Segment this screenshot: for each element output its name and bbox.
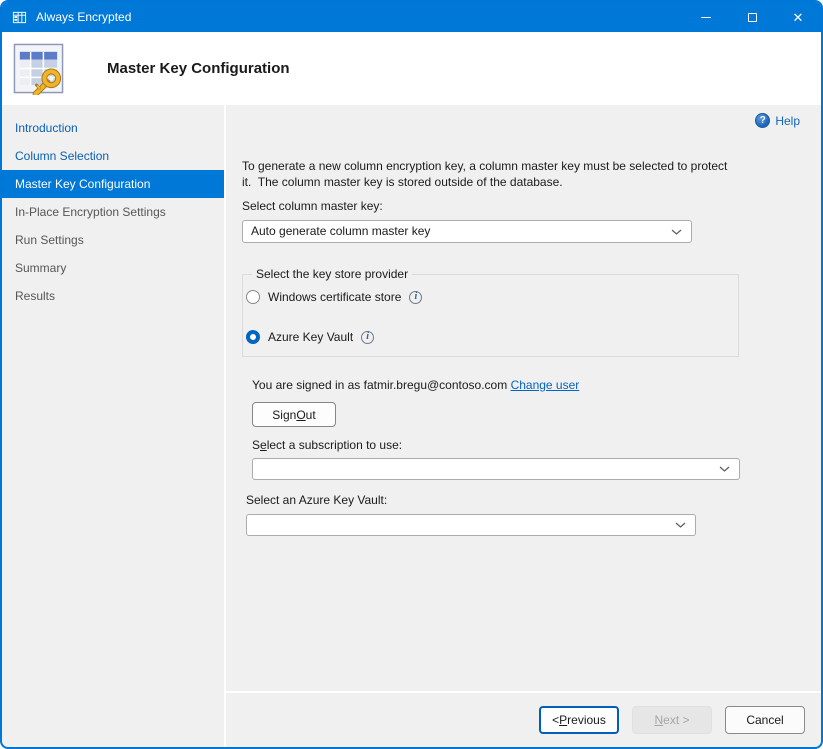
- help-icon: ?: [755, 113, 770, 128]
- wizard-header: Master Key Configuration: [2, 32, 821, 105]
- subscription-select[interactable]: [252, 458, 740, 480]
- sidebar-item-run-settings[interactable]: Run Settings: [2, 226, 224, 254]
- maximize-icon: [748, 13, 757, 22]
- subscription-label: Select a subscription to use:: [252, 438, 801, 452]
- chevron-down-icon: [675, 522, 686, 528]
- windows-cert-store-option[interactable]: Windows certificate store i: [246, 290, 422, 304]
- change-user-link[interactable]: Change user: [511, 378, 580, 392]
- intro-text: To generate a new column encryption key,…: [242, 159, 772, 190]
- help-label: Help: [775, 114, 800, 128]
- sidebar-item-master-key-configuration[interactable]: Master Key Configuration: [2, 170, 224, 198]
- info-icon[interactable]: i: [409, 291, 422, 304]
- master-key-label: Select column master key:: [242, 199, 801, 213]
- wizard-nav: IntroductionColumn SelectionMaster Key C…: [2, 105, 226, 747]
- page-title: Master Key Configuration: [107, 60, 290, 77]
- maximize-button[interactable]: [729, 2, 775, 32]
- keystore-groupbox: Select the key store provider Windows ce…: [242, 274, 739, 357]
- master-key-select[interactable]: Auto generate column master key: [242, 220, 692, 243]
- windows-cert-store-label: Windows certificate store: [268, 290, 401, 304]
- master-key-value: Auto generate column master key: [251, 224, 430, 238]
- sidebar-item-in-place-encryption-settings[interactable]: In-Place Encryption Settings: [2, 198, 224, 226]
- window-title: Always Encrypted: [36, 10, 131, 24]
- previous-button[interactable]: < Previous: [539, 706, 619, 734]
- chevron-down-icon: [719, 466, 730, 472]
- azure-key-vault-option[interactable]: Azure Key Vault i: [246, 330, 374, 344]
- help-link[interactable]: ? Help: [755, 113, 800, 128]
- next-button: Next >: [632, 706, 712, 734]
- azure-key-vault-label: Azure Key Vault: [268, 330, 353, 344]
- info-icon[interactable]: i: [361, 331, 374, 344]
- app-icon: [12, 10, 27, 25]
- signed-in-text: You are signed in as fatmir.bregu@contos…: [252, 378, 507, 392]
- titlebar: Always Encrypted ✕: [2, 2, 821, 32]
- azure-key-vault-radio[interactable]: [246, 330, 260, 344]
- keystore-group-title: Select the key store provider: [252, 267, 412, 281]
- close-icon: ✕: [793, 11, 804, 24]
- window-controls: ✕: [683, 2, 821, 32]
- minimize-icon: [701, 17, 711, 18]
- sign-out-button[interactable]: Sign Out: [252, 402, 336, 427]
- always-encrypted-dialog: Always Encrypted ✕: [0, 0, 823, 749]
- chevron-down-icon: [671, 229, 682, 235]
- vault-select[interactable]: [246, 514, 696, 536]
- minimize-button[interactable]: [683, 2, 729, 32]
- sidebar-item-introduction[interactable]: Introduction: [2, 114, 224, 142]
- vault-label: Select an Azure Key Vault:: [246, 493, 801, 507]
- windows-cert-store-radio[interactable]: [246, 290, 260, 304]
- sidebar-item-results[interactable]: Results: [2, 282, 224, 310]
- footer: < Previous Next > Cancel: [226, 691, 821, 747]
- signed-in-row: You are signed in as fatmir.bregu@contos…: [252, 378, 801, 392]
- cancel-button[interactable]: Cancel: [725, 706, 805, 734]
- table-key-icon: [12, 42, 65, 95]
- sidebar-item-column-selection[interactable]: Column Selection: [2, 142, 224, 170]
- content-pane: ? Help To generate a new column encrypti…: [226, 105, 821, 691]
- sidebar-item-summary[interactable]: Summary: [2, 254, 224, 282]
- close-button[interactable]: ✕: [775, 2, 821, 32]
